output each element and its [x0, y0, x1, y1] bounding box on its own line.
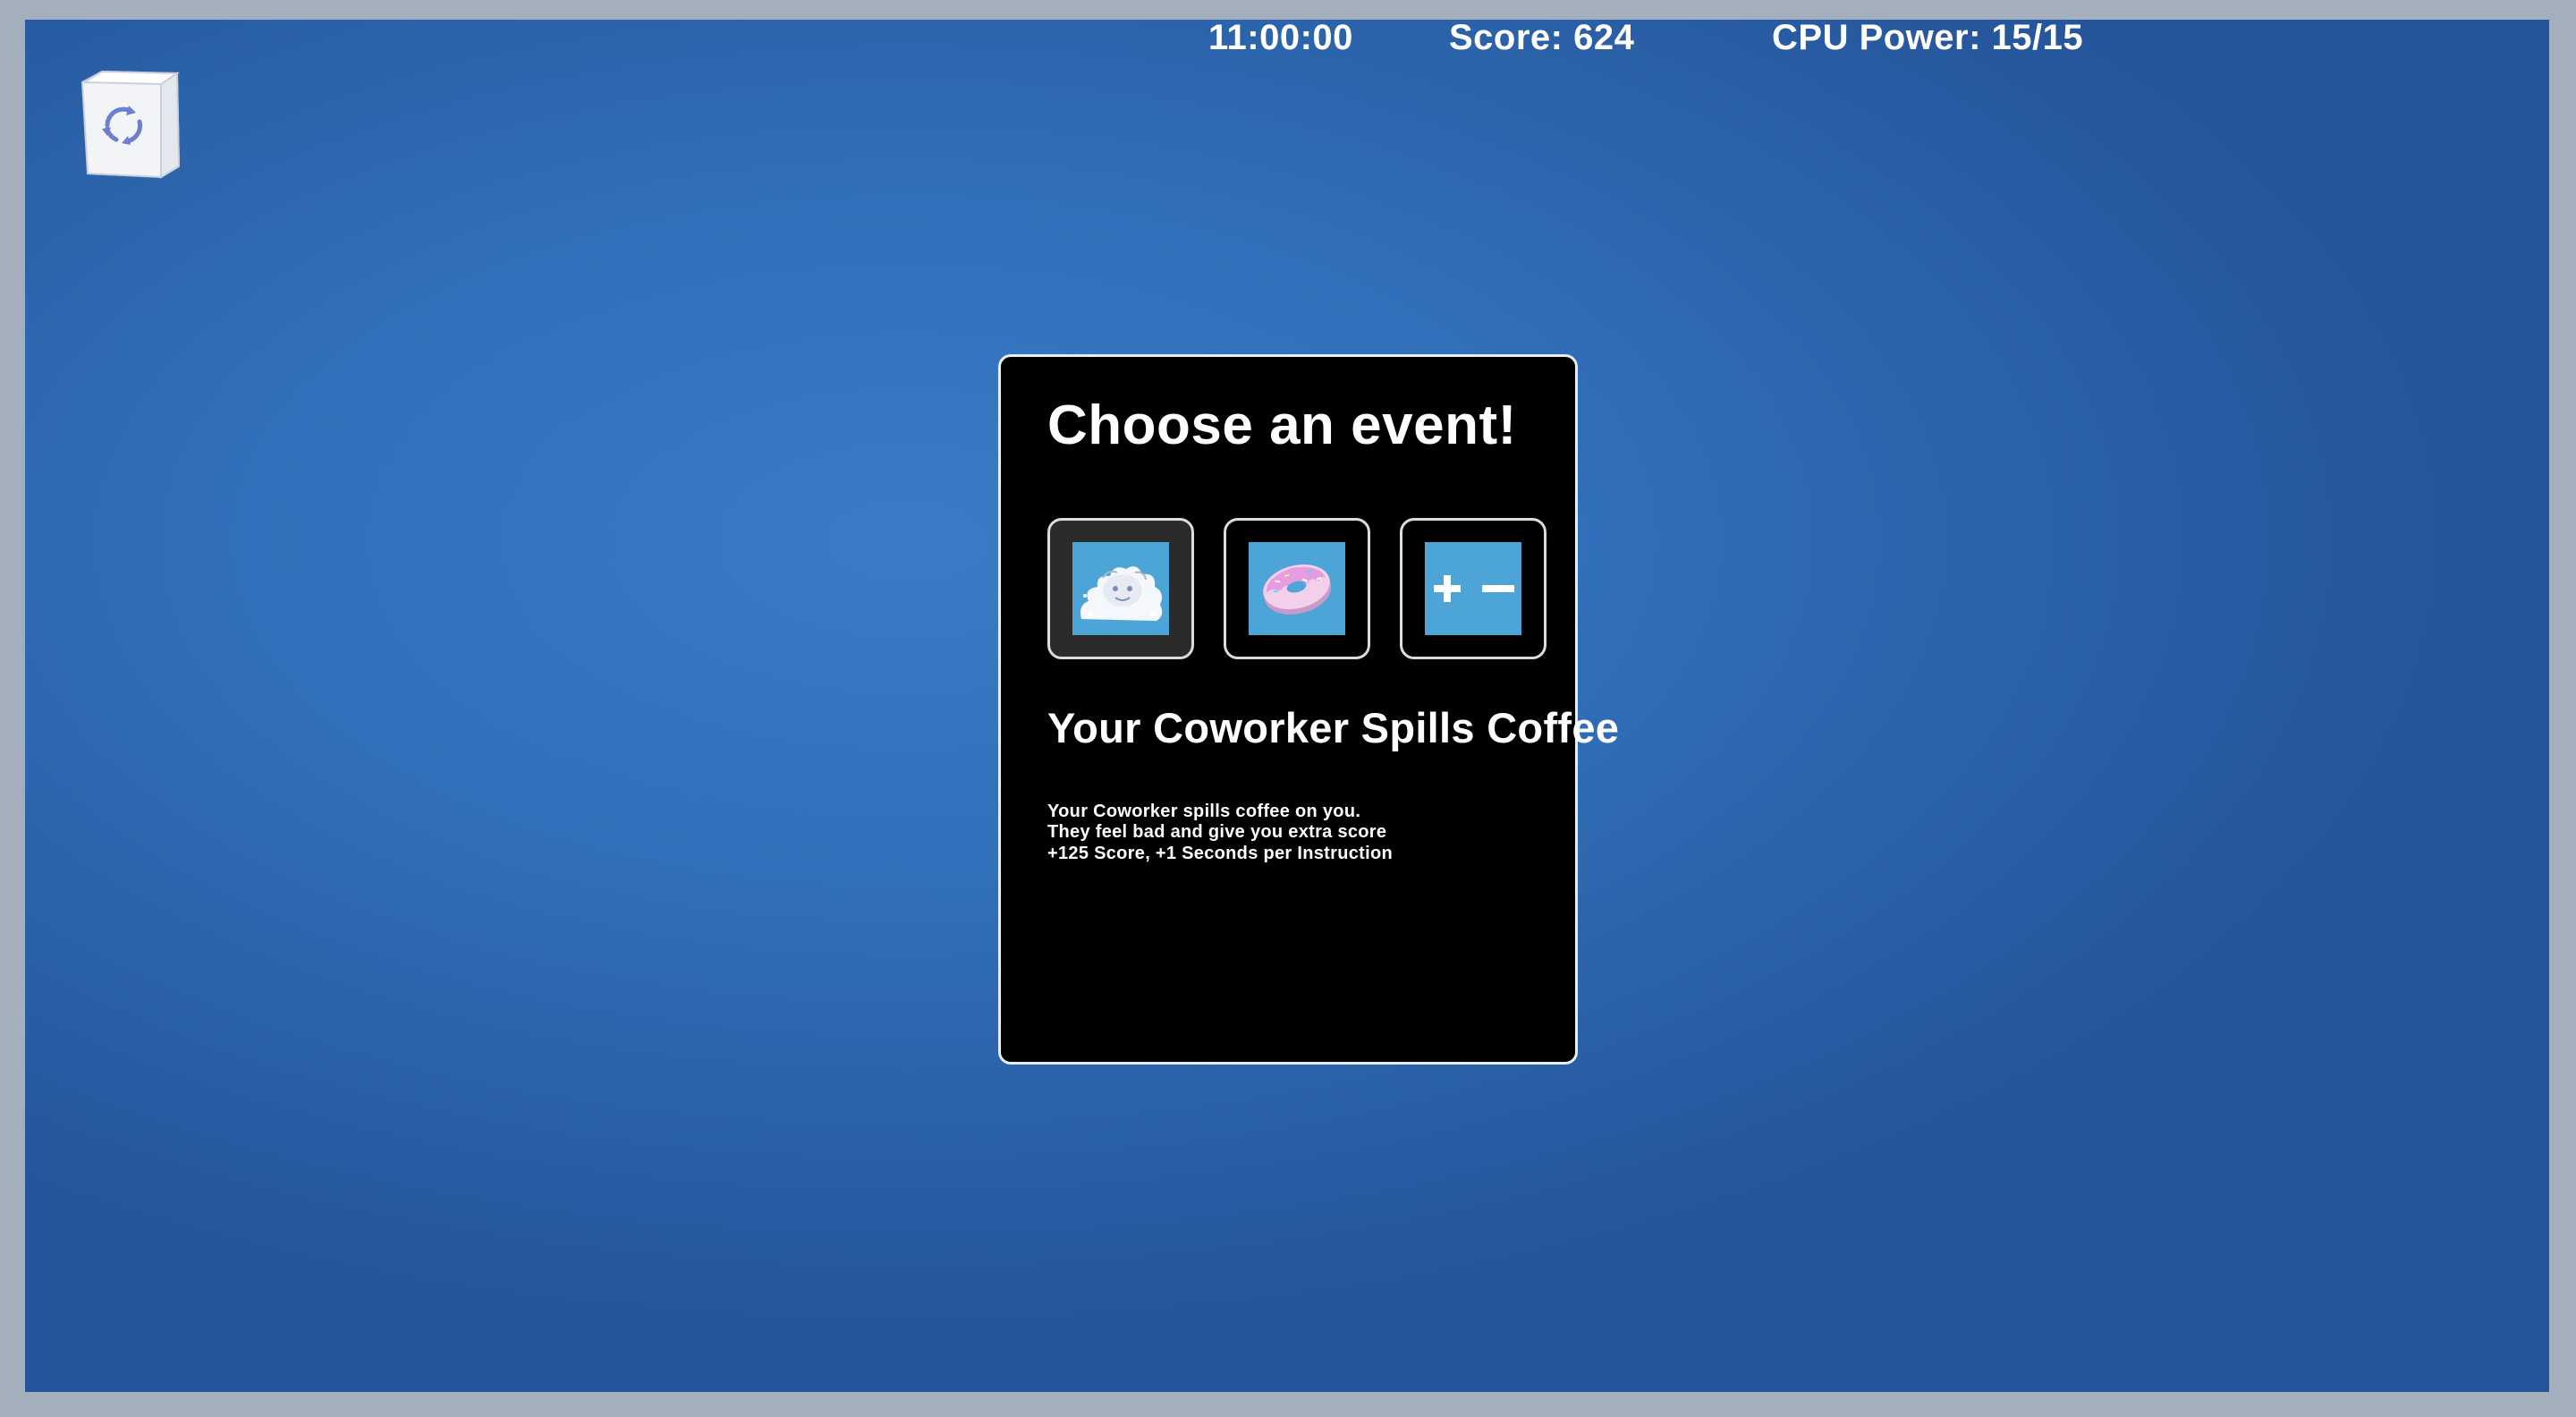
game-screen: 11:00:00 Score: 624 CPU Power: 15/15 Cho…: [0, 0, 2576, 1417]
coffee-spill-icon: [1072, 542, 1169, 635]
event-description-line: Your Coworker spills coffee on you.: [1047, 802, 1361, 821]
recycle-bin-icon[interactable]: [75, 66, 186, 182]
donut-icon: [1249, 542, 1345, 635]
panel-title: Choose an event!: [1047, 395, 1517, 456]
event-title: Your Coworker Spills Coffee: [1047, 704, 1620, 751]
hud-cpu-power: CPU Power: 15/15: [1772, 20, 2084, 57]
desktop: 11:00:00 Score: 624 CPU Power: 15/15 Cho…: [25, 20, 2549, 1392]
hud-score: Score: 624: [1449, 20, 1635, 57]
event-option-plus-minus[interactable]: [1400, 518, 1546, 659]
event-option-donut[interactable]: [1224, 518, 1370, 659]
event-effect-line: +125 Score, +1 Seconds per Instruction: [1047, 844, 1393, 863]
event-option-coffee[interactable]: [1047, 518, 1194, 659]
event-panel: Choose an event! Your Coworker Spills Co…: [998, 354, 1619, 1065]
event-description-line: They feel bad and give you extra score: [1047, 822, 1387, 842]
plus-minus-icon: [1425, 542, 1521, 635]
hud-time: 11:00:00: [1208, 20, 1353, 57]
